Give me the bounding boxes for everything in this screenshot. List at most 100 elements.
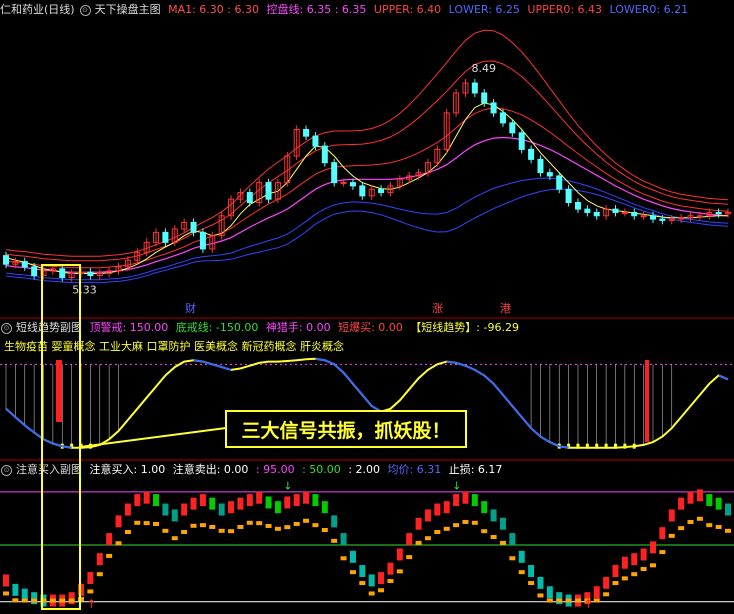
ma1-label: MA1: 6.30 : 6.30 [168, 3, 259, 16]
slow-block [321, 527, 328, 532]
event-label: 港 [500, 302, 511, 315]
trend-down-segment [530, 427, 542, 438]
signal-block [518, 550, 525, 563]
slow-block [462, 519, 469, 524]
trend-down-segment [221, 366, 232, 371]
high-price-label: 8.49 [471, 62, 496, 75]
trend-down-segment [342, 372, 354, 385]
trend-down-segment [559, 445, 569, 449]
trend-down-segment [511, 405, 523, 418]
chart-canvas: 8.49 5.33 财 涨 港 ↓ ↓ ↑ ↑ [0, 29, 734, 611]
signal-block [349, 550, 356, 563]
slow-block [349, 570, 356, 575]
slow-block [481, 529, 488, 534]
candle [340, 182, 347, 185]
signal-block [153, 494, 160, 507]
signal-block [312, 494, 319, 507]
signal-block [499, 517, 506, 530]
slow-block [31, 598, 38, 603]
lower-label: LOWER: 6.25 [448, 3, 520, 16]
sell-arrow: ↓ [452, 479, 461, 492]
shen-label: 神猎手: 0.00 [265, 321, 331, 334]
sub2-header: ⊙ 注意买入副图 注意买入: 1.00 注意卖出: 0.00 : 95.00 : … [0, 462, 506, 478]
upper0-label: UPPER0: 6.43 [527, 3, 603, 16]
signal-block [331, 515, 338, 528]
slow-block [181, 530, 188, 534]
slow-block [59, 598, 66, 603]
candle [593, 211, 600, 217]
stock-name: 仁和药业(日线) [0, 3, 75, 16]
candle [612, 208, 619, 213]
buy-arrow: ↑ [583, 597, 593, 611]
candle [546, 172, 553, 177]
slow-block [3, 591, 9, 596]
candle [312, 135, 319, 147]
slow-block [190, 523, 197, 528]
signal-block [143, 491, 150, 504]
candle [574, 202, 581, 210]
signal-block [659, 527, 666, 540]
signal-block [340, 533, 347, 546]
trend-down-segment [202, 360, 213, 366]
candle [696, 215, 703, 218]
jun-label: 均价: 6.31 [387, 463, 442, 476]
slow-block [631, 572, 638, 577]
slow-block [199, 523, 206, 528]
signal-block [424, 509, 431, 522]
candle [246, 192, 253, 204]
signal-block [715, 497, 722, 510]
signal-block [640, 548, 647, 561]
settings-icon[interactable]: ⊙ [1, 322, 12, 334]
candle [321, 145, 328, 164]
signal-block [649, 541, 656, 554]
slow-block [284, 525, 291, 530]
trend-down-segment [352, 383, 364, 396]
signal-block [218, 503, 225, 516]
slow-block [143, 521, 150, 526]
sell-arrow: ↓ [283, 479, 292, 492]
slow-block [556, 598, 563, 603]
candle [199, 231, 206, 250]
slow-block [218, 528, 225, 533]
signal-block [209, 497, 216, 510]
trend-down-segment [361, 394, 373, 407]
trend-down-segment [483, 374, 495, 385]
slow-block [115, 541, 122, 546]
slow-block [696, 516, 703, 521]
sell-label: 注意卖出: 0.00 [172, 463, 249, 476]
signal-block [668, 509, 675, 522]
highlight-box [41, 264, 81, 610]
concept-tags: 生物疫苗 婴童概念 工业大麻 口罩防护 医美概念 新冠药概念 肝炎概念 [4, 340, 344, 353]
candle [649, 215, 656, 220]
signal-block [443, 501, 450, 514]
slow-block [621, 576, 628, 581]
di-label: 底戒线: -150.00 [175, 321, 259, 334]
candle [490, 102, 497, 114]
trend-down-segment [492, 383, 504, 396]
signal-block [687, 491, 694, 504]
signal-block [725, 503, 731, 516]
candle [87, 271, 94, 277]
slow-block [424, 536, 431, 541]
signal-block [537, 576, 544, 589]
trend-down-segment [43, 438, 54, 445]
slow-block [293, 521, 300, 526]
slow-block [237, 524, 244, 529]
slow-block [659, 550, 666, 555]
candle [556, 175, 563, 190]
settings-icon[interactable]: ⊙ [79, 4, 91, 16]
settings-icon[interactable]: ⊙ [1, 464, 12, 476]
signal-block [621, 556, 628, 569]
candle [509, 122, 516, 134]
slow-block [265, 523, 272, 528]
slow-block [246, 520, 253, 525]
slow-block [312, 523, 319, 528]
signal-block [696, 489, 703, 502]
candle [303, 129, 310, 137]
candle [715, 211, 722, 215]
sub1-header: ⊙ 短线趋势副图 顶警戒: 150.00 底戒线: -150.00 神猎手: 0.… [0, 320, 523, 336]
callout-connector [79, 427, 227, 448]
slow-block [78, 597, 85, 602]
signal-block [274, 501, 281, 514]
candle [31, 266, 38, 277]
